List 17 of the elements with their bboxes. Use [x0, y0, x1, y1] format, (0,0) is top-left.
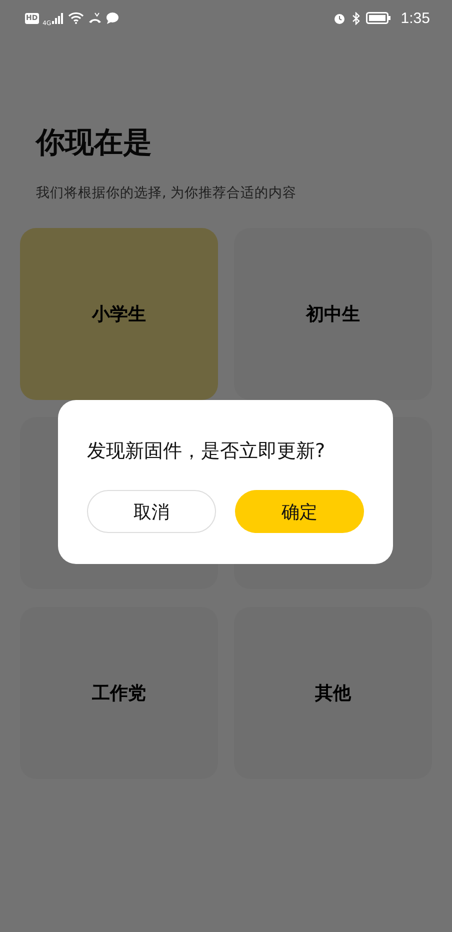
bluetooth-icon — [352, 12, 360, 24]
option-card[interactable]: 初中生 — [234, 228, 432, 400]
option-card[interactable]: 小学生 — [20, 228, 218, 400]
dialog-message: 发现新固件，是否立即更新? — [87, 439, 326, 464]
confirm-button[interactable]: 确定 — [235, 490, 364, 533]
message-icon — [106, 12, 120, 24]
clock-time: 1:35 — [400, 10, 430, 26]
signal-icon — [52, 12, 64, 24]
option-card[interactable]: 其他 — [234, 607, 432, 779]
battery-icon — [366, 12, 391, 24]
page-title: 你现在是 — [36, 124, 153, 161]
missed-call-icon — [88, 12, 102, 24]
cancel-button[interactable]: 取消 — [87, 490, 216, 533]
alarm-icon — [332, 12, 346, 24]
wifi-icon — [68, 12, 84, 24]
page-subtitle: 我们将根据你的选择, 为你推荐合适的内容 — [36, 184, 298, 202]
option-card[interactable]: 工作党 — [20, 607, 218, 779]
